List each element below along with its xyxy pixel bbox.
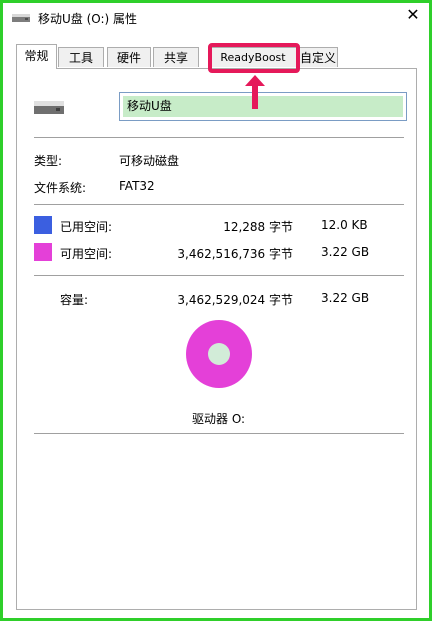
usb-drive-icon — [12, 14, 30, 22]
drive-letter-label: 驱动器 O: — [192, 412, 246, 426]
capacity-label: 容量: — [60, 293, 89, 307]
tab-bar: 常规 工具 硬件 共享 ReadyBoost 自定义 — [16, 44, 416, 69]
used-space-bytes: 12,288 字节 — [223, 220, 293, 234]
filesystem-label: 文件系统: — [34, 181, 87, 195]
window-title: 移动U盘 (O:) 属性 — [38, 12, 138, 26]
used-space-swatch — [34, 216, 52, 234]
divider — [34, 275, 404, 276]
tab-general[interactable]: 常规 — [16, 44, 57, 69]
tab-readyboost[interactable]: ReadyBoost — [209, 47, 297, 67]
disk-usage-pie — [186, 320, 252, 388]
up-arrow-icon — [245, 75, 265, 109]
type-label: 类型: — [34, 154, 63, 168]
usb-drive-icon — [34, 101, 64, 114]
divider — [34, 137, 404, 138]
close-button[interactable]: ✕ — [401, 5, 425, 27]
tab-sharing[interactable]: 共享 — [153, 47, 199, 67]
filesystem-value: FAT32 — [119, 179, 155, 193]
capacity-bytes: 3,462,529,024 字节 — [177, 293, 293, 307]
divider — [34, 204, 404, 205]
type-value: 可移动磁盘 — [119, 154, 180, 168]
free-space-swatch — [34, 243, 52, 261]
used-space-size: 12.0 KB — [321, 218, 368, 232]
close-icon: ✕ — [406, 5, 420, 24]
free-space-label: 可用空间: — [60, 247, 113, 261]
tab-customize[interactable]: 自定义 — [298, 47, 338, 67]
used-space-label: 已用空间: — [60, 220, 113, 234]
free-space-bytes: 3,462,516,736 字节 — [177, 247, 293, 261]
tab-hardware[interactable]: 硬件 — [107, 47, 151, 67]
title-bar[interactable]: 移动U盘 (O:) 属性 ✕ — [3, 3, 429, 33]
divider — [34, 433, 404, 434]
properties-window: 移动U盘 (O:) 属性 ✕ 常规 工具 硬件 共享 ReadyBoost 自定… — [0, 0, 432, 621]
capacity-size: 3.22 GB — [321, 291, 370, 305]
free-space-size: 3.22 GB — [321, 245, 370, 259]
tab-tools[interactable]: 工具 — [58, 47, 104, 67]
